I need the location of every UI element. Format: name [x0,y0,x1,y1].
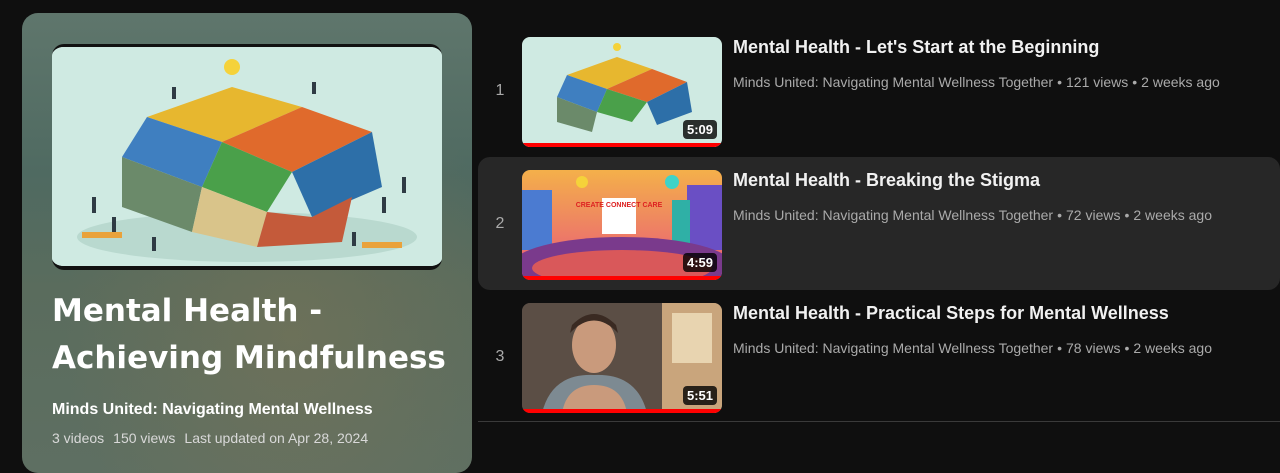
meta-separator: • [1057,340,1062,356]
watch-progress-bar [522,276,722,280]
thumbnail-sign-text: CREATE CONNECT CARE [576,202,663,209]
playlist-stats: 3 videos 150 views Last updated on Apr 2… [52,430,368,446]
video-index: 1 [495,81,505,99]
playlist-video-list: 1 5:09 Mental Health - Let's Start at th… [478,24,1280,423]
video-meta: Minds United: Navigating Mental Wellness… [733,74,1220,90]
video-title[interactable]: Mental Health - Breaking the Stigma [733,170,1040,191]
video-item[interactable]: 1 5:09 Mental Health - Let's Start at th… [478,24,1280,157]
video-duration: 4:59 [682,253,717,272]
meta-separator: • [1124,207,1130,223]
video-channel[interactable]: Minds United: Navigating Mental Wellness… [733,340,1053,356]
playlist-video-count: 3 videos [52,430,105,446]
playlist-owner[interactable]: Minds United: Navigating Mental Wellness [52,401,373,419]
video-views: 78 views [1066,340,1121,356]
video-duration: 5:51 [682,386,717,405]
puzzle-illustration [52,47,442,266]
video-index: 3 [495,347,505,365]
video-title[interactable]: Mental Health - Let's Start at the Begin… [733,37,1099,58]
video-views: 72 views [1066,207,1121,223]
meta-separator: • [1057,207,1062,223]
meta-separator: • [1124,340,1130,356]
video-thumbnail[interactable]: CREATE CONNECT CARE 4:59 [522,170,722,280]
video-age: 2 weeks ago [1133,340,1212,356]
video-views: 121 views [1066,74,1129,90]
video-meta: Minds United: Navigating Mental Wellness… [733,340,1212,356]
video-age: 2 weeks ago [1141,74,1220,90]
video-age: 2 weeks ago [1133,207,1212,223]
playlist-updated: Last updated on Apr 28, 2024 [184,430,369,446]
playlist-hero-thumbnail[interactable] [52,44,442,270]
video-title[interactable]: Mental Health - Practical Steps for Ment… [733,303,1169,324]
playlist-views: 150 views [113,430,176,446]
meta-separator: • [1057,74,1062,90]
video-item[interactable]: 3 5:51 Mental Health - Practical Steps f… [478,290,1280,423]
watch-progress-bar [522,409,722,413]
video-thumbnail[interactable]: 5:51 [522,303,722,413]
video-item[interactable]: 2 CREATE CONNECT CARE 4:59 Mental Health… [478,157,1280,290]
playlist-header-card: Mental Health - Achieving Mindfulness Mi… [22,13,472,473]
list-divider [478,421,1280,422]
playlist-title: Mental Health - Achieving Mindfulness [52,293,446,376]
video-index: 2 [495,214,505,232]
video-channel[interactable]: Minds United: Navigating Mental Wellness… [733,207,1053,223]
watch-progress-bar [522,143,722,147]
meta-separator: • [1132,74,1138,90]
video-channel[interactable]: Minds United: Navigating Mental Wellness… [733,74,1053,90]
video-thumbnail[interactable]: 5:09 [522,37,722,147]
video-meta: Minds United: Navigating Mental Wellness… [733,207,1212,223]
video-duration: 5:09 [682,120,717,139]
